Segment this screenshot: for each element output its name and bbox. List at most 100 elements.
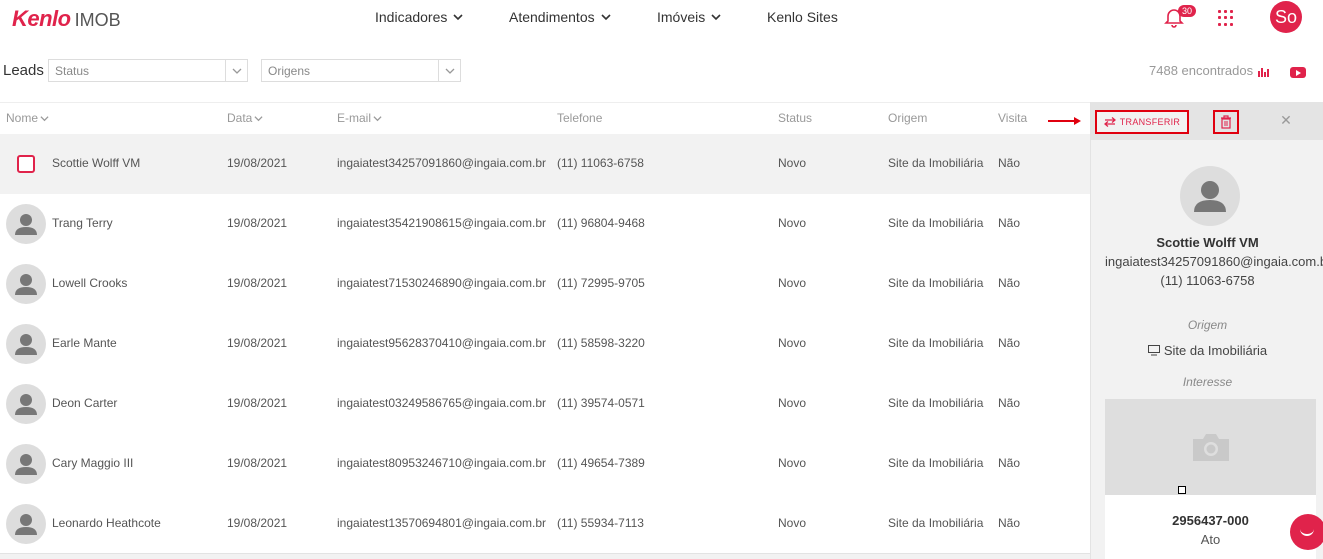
chevron-down-icon (453, 14, 463, 21)
column-label: Telefone (557, 111, 603, 125)
lead-email-cell: ingaiatest71530246890@ingaia.com.br (337, 276, 546, 290)
lead-status-cell: Novo (778, 516, 807, 530)
lead-email-cell: ingaiatest03249586765@ingaia.com.br (337, 396, 546, 410)
column-header-status: Status (778, 111, 812, 125)
lead-origin-cell: Site da Imobiliária (888, 216, 984, 230)
lead-status-cell: Novo (778, 276, 807, 290)
table-footer-line (0, 553, 1090, 559)
origin-text: Site da Imobiliária (1163, 343, 1268, 358)
table-header: Nome Data E-mail Telefone Status Origem … (0, 103, 1090, 133)
chevron-down-icon (373, 115, 382, 121)
lead-name-cell[interactable]: Leonardo Heathcote (52, 516, 161, 530)
lead-status-cell: Novo (778, 156, 807, 170)
row-avatar[interactable] (6, 264, 46, 304)
lead-phone[interactable]: (11) 11063-6758 (1091, 273, 1323, 288)
lead-phone-cell: (11) 39574-0571 (557, 396, 645, 410)
origins-select-placeholder: Origens (268, 64, 311, 78)
table-row[interactable]: Cary Maggio III 19/08/2021 ingaiatest80953… (0, 434, 1090, 494)
column-label: Nome (6, 111, 39, 125)
lead-visit-cell: Não (998, 276, 1021, 290)
column-label: E-mail (337, 111, 372, 125)
lead-date-cell: 19/08/2021 (227, 216, 288, 230)
row-avatar[interactable] (6, 384, 46, 424)
lead-phone-cell: (11) 72995-9705 (557, 276, 645, 290)
user-silhouette-icon (15, 454, 37, 475)
lead-email-cell: ingaiatest95628370410@ingaia.com.br (337, 336, 546, 350)
trash-icon (1221, 115, 1231, 129)
lead-name-cell[interactable]: Earle Mante (52, 336, 117, 350)
table-row[interactable]: Scottie Wolff VM 19/08/2021 ingaiatest3425… (0, 134, 1090, 194)
lead-visit-cell: Não (998, 456, 1021, 470)
close-icon[interactable]: ✕ (1279, 113, 1293, 127)
lead-origin-cell: Site da Imobiliária (888, 516, 984, 530)
lead-phone-cell: (11) 55934-7113 (557, 516, 644, 530)
property-card[interactable]: 2956437-000 Ato (1105, 399, 1316, 559)
lead-visit-cell: Não (998, 396, 1021, 410)
row-avatar[interactable] (6, 444, 46, 484)
chevron-down-icon (225, 60, 247, 81)
nav-indicadores[interactable]: Indicadores (375, 9, 463, 25)
kenlo-logo[interactable]: Kenlo IMOB (12, 6, 121, 32)
lead-date-cell: 19/08/2021 (227, 456, 288, 470)
user-silhouette-icon (15, 274, 37, 295)
user-silhouette-icon (15, 514, 37, 535)
lead-origin-cell: Site da Imobiliária (888, 456, 984, 470)
nav-label: Kenlo Sites (767, 9, 838, 25)
status-select[interactable]: Status (48, 59, 248, 82)
lead-name-cell[interactable]: Lowell Crooks (52, 276, 127, 290)
transfer-arrows-icon (1103, 117, 1116, 127)
monitor-icon (1147, 345, 1160, 356)
column-header-email[interactable]: E-mail (337, 111, 382, 125)
table-row[interactable]: Deon Carter 19/08/2021 ingaiatest032495867… (0, 374, 1090, 434)
table-row[interactable]: Leonardo Heathcote 19/08/2021 ingaiatest13… (0, 494, 1090, 554)
lead-phone-cell: (11) 96804-9468 (557, 216, 645, 230)
lead-origin-cell: Site da Imobiliária (888, 156, 984, 170)
annotation-arrow-icon (1048, 117, 1081, 125)
origins-select[interactable]: Origens (261, 59, 461, 82)
lead-name-cell[interactable]: Cary Maggio III (52, 456, 133, 470)
logo-suffix: IMOB (74, 10, 121, 30)
lead-name-cell[interactable]: Scottie Wolff VM (52, 156, 140, 170)
nav-label: Atendimentos (509, 9, 595, 25)
lead-name-cell[interactable]: Trang Terry (52, 216, 113, 230)
lead-email[interactable]: ingaiatest34257091860@ingaia.com.br (1105, 254, 1323, 269)
lead-date-cell: 19/08/2021 (227, 336, 288, 350)
table-row[interactable]: Earle Mante 19/08/2021 ingaiatest956283704… (0, 314, 1090, 374)
column-header-phone: Telefone (557, 111, 602, 125)
lead-email-cell: ingaiatest13570694801@ingaia.com.br (337, 516, 546, 530)
row-avatar[interactable] (6, 204, 46, 244)
row-checkbox[interactable] (17, 155, 35, 173)
row-avatar[interactable] (6, 504, 46, 544)
transfer-button[interactable]: TRANSFERIR (1095, 110, 1189, 134)
lead-phone-cell: (11) 58598-3220 (557, 336, 645, 350)
user-avatar[interactable]: So (1270, 1, 1302, 33)
camera-icon (1192, 434, 1229, 461)
top-bar: Kenlo IMOB Indicadores Atendimentos Imóv… (0, 0, 1323, 40)
youtube-icon[interactable] (1290, 67, 1306, 78)
transfer-label: TRANSFERIR (1119, 117, 1181, 127)
origin-label: Origem (1187, 318, 1228, 332)
chevron-down-icon (711, 14, 721, 21)
lead-status-cell: Novo (778, 336, 807, 350)
chevron-down-icon (40, 115, 49, 121)
status-select-placeholder: Status (55, 64, 90, 78)
bar-chart-icon[interactable] (1258, 67, 1270, 77)
nav-imoveis[interactable]: Imóveis (657, 9, 721, 25)
row-avatar[interactable] (6, 324, 46, 364)
chat-button[interactable] (1290, 514, 1323, 550)
lead-visit-cell: Não (998, 216, 1021, 230)
table-row[interactable]: Trang Terry 19/08/2021 ingaiatest354219086… (0, 194, 1090, 254)
apps-grid-icon[interactable] (1218, 10, 1234, 26)
column-header-name[interactable]: Nome (6, 111, 49, 125)
table-row[interactable]: Lowell Crooks 19/08/2021 ingaiatest7153024… (0, 254, 1090, 314)
chevron-down-icon (254, 115, 263, 121)
notification-badge: 30 (1178, 5, 1197, 17)
interest-label: Interesse (1182, 375, 1233, 389)
delete-button[interactable] (1213, 110, 1239, 134)
column-header-date[interactable]: Data (227, 111, 263, 125)
resize-handle[interactable] (1178, 486, 1186, 494)
lead-name-cell[interactable]: Deon Carter (52, 396, 117, 410)
nav-kenlo-sites[interactable]: Kenlo Sites (767, 9, 838, 25)
nav-atendimentos[interactable]: Atendimentos (509, 9, 611, 25)
lead-detail-panel: TRANSFERIR ✕ Scottie Wolff VM ingaiatest… (1090, 102, 1323, 559)
